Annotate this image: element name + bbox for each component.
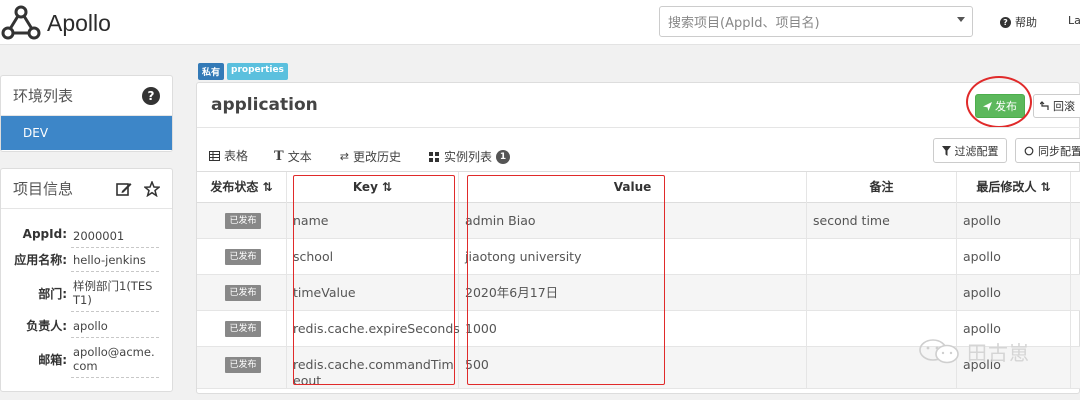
modifier-cell: apollo [957, 275, 1071, 311]
column-header-modifier[interactable]: 最后修改人 ⇅ [957, 172, 1071, 203]
status-cell: 已发布 [197, 347, 287, 389]
edit-icon[interactable] [116, 181, 132, 197]
project-info-header: 项目信息 [1, 169, 172, 209]
modifier-cell: apollo [957, 239, 1071, 275]
sync-label: 同步配置 [1038, 144, 1080, 158]
published-badge: 已发布 [225, 321, 261, 337]
published-badge: 已发布 [225, 249, 261, 265]
comment-cell [807, 275, 957, 311]
published-badge: 已发布 [225, 285, 261, 301]
instance-count-badge: 1 [495, 149, 510, 164]
format-tag: properties [227, 63, 288, 80]
view-tabs: 表格 T 文本 ⇄ 更改历史 实例列表 1 [197, 147, 538, 173]
divider [197, 127, 1080, 128]
env-list-panel: 环境列表 ? DEV [0, 75, 173, 152]
info-key: 部门: [38, 287, 67, 301]
info-row-email: 邮箱: apollo@acme.com [1, 343, 172, 378]
watermark: 田古崽 [918, 337, 1030, 366]
info-key: 应用名称: [14, 253, 67, 267]
sync-config-button[interactable]: 同步配置 [1015, 138, 1080, 163]
filter-config-button[interactable]: 过滤配置 [933, 138, 1007, 163]
project-info-title: 项目信息 [13, 180, 74, 198]
filter-icon [941, 145, 951, 156]
help-label: 帮助 [1015, 16, 1037, 29]
status-cell: 已发布 [197, 311, 287, 347]
exchange-icon: ⇄ [339, 150, 349, 163]
top-navbar: Apollo 搜索项目(AppId、项目名) ? 帮助 La [0, 0, 1080, 45]
tab-label: 文本 [287, 150, 312, 164]
published-badge: 已发布 [225, 213, 261, 229]
tab-history[interactable]: ⇄ 更改历史 [340, 147, 415, 173]
star-icon[interactable] [144, 180, 160, 197]
project-search-input[interactable]: 搜索项目(AppId、项目名) [659, 6, 973, 37]
annotation-box-value [467, 175, 665, 385]
info-value: 2000001 [71, 227, 159, 248]
status-cell: 已发布 [197, 203, 287, 239]
question-icon: ? [1000, 16, 1011, 28]
table-icon [209, 150, 220, 161]
tab-label: 实例列表 [443, 150, 492, 164]
published-badge: 已发布 [225, 357, 261, 373]
apollo-logo[interactable]: Apollo [0, 4, 111, 42]
env-item-dev[interactable]: DEV [1, 116, 172, 150]
info-value: 样例部门1(TEST1) [71, 277, 159, 312]
modifier-cell: apollo [957, 203, 1071, 239]
sync-icon [1024, 146, 1034, 155]
grid-icon [428, 151, 439, 162]
question-circle-icon[interactable]: ? [142, 86, 160, 105]
tab-text[interactable]: T 文本 [274, 147, 326, 173]
info-row-app-name: 应用名称: hello-jenkins [1, 251, 172, 272]
project-info-panel: 项目信息 AppId: 2000001 应用名称: hello-jenkins … [0, 168, 173, 392]
undo-icon [1040, 101, 1049, 110]
status-cell: 已发布 [197, 239, 287, 275]
brand-name: Apollo [47, 9, 111, 36]
info-row-owner: 负责人: apollo [1, 317, 172, 338]
sort-icon: ⇅ [1040, 180, 1051, 194]
env-list-header: 环境列表 ? [1, 76, 172, 116]
info-key: AppId: [22, 227, 67, 241]
comment-cell: second time [807, 203, 957, 239]
status-cell: 已发布 [197, 275, 287, 311]
info-value: apollo@acme.com [71, 343, 159, 378]
rollback-label: 回滚 [1053, 100, 1075, 113]
tab-label: 表格 [224, 149, 249, 163]
text-icon: T [274, 149, 284, 164]
rollback-button[interactable]: 回滚 [1033, 94, 1080, 118]
filter-label: 过滤配置 [954, 144, 999, 158]
column-header-status[interactable]: 发布状态 ⇅ [197, 172, 287, 203]
info-row-department: 部门: 样例部门1(TEST1) [1, 277, 172, 312]
help-link[interactable]: ? 帮助 [1000, 14, 1037, 30]
annotation-circle [966, 76, 1032, 128]
apollo-logo-icon [1, 5, 41, 40]
tab-table[interactable]: 表格 [197, 147, 261, 173]
info-key: 邮箱: [38, 353, 67, 367]
sort-icon: ⇅ [262, 180, 273, 194]
env-list-title: 环境列表 [13, 87, 74, 105]
info-row-appid: AppId: 2000001 [1, 227, 172, 248]
namespace-title: application [211, 95, 318, 115]
info-value: hello-jenkins [71, 251, 159, 272]
user-menu[interactable]: La [1068, 14, 1080, 27]
column-header-comment: 备注 [807, 172, 957, 203]
search-placeholder: 搜索项目(AppId、项目名) [668, 16, 820, 31]
namespace-tags: 私有 properties [198, 63, 288, 80]
private-tag: 私有 [198, 63, 225, 80]
annotation-box-key [293, 175, 455, 385]
watermark-text: 田古崽 [967, 341, 1030, 365]
info-value: apollo [71, 317, 159, 338]
info-key: 负责人: [26, 319, 67, 333]
comment-cell [807, 239, 957, 275]
chevron-down-icon [957, 17, 965, 22]
wechat-icon [919, 338, 959, 363]
tab-instances[interactable]: 实例列表 1 [428, 147, 524, 173]
tab-label: 更改历史 [352, 150, 401, 164]
